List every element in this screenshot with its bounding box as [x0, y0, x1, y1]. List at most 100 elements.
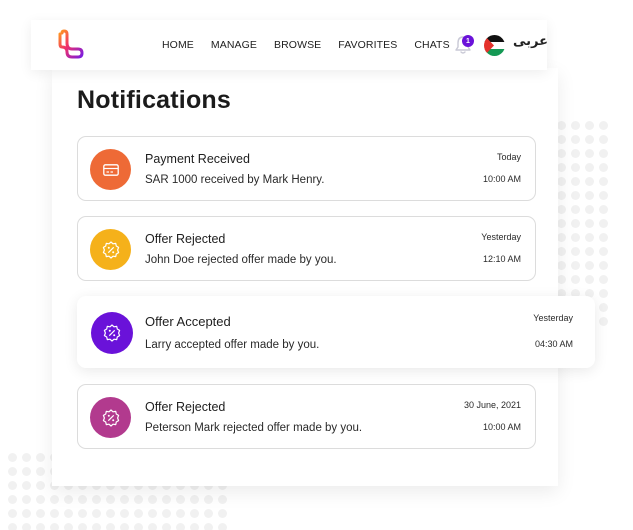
decorative-dot [78, 523, 87, 530]
decorative-dot [92, 509, 101, 518]
decorative-dot [599, 219, 608, 228]
decorative-dot [599, 205, 608, 214]
decorative-dot [557, 247, 566, 256]
decorative-dot [36, 495, 45, 504]
notification-title: Offer Accepted [145, 314, 231, 329]
decorative-dot [8, 453, 17, 462]
decorative-dot [585, 149, 594, 158]
notification-description: Peterson Mark rejected offer made by you… [145, 422, 363, 434]
decorative-dot [599, 247, 608, 256]
decorative-dot [571, 135, 580, 144]
palestine-flag-icon[interactable] [484, 35, 505, 56]
decorative-dot [585, 135, 594, 144]
decorative-dot [585, 275, 594, 284]
decorative-dot [571, 219, 580, 228]
notification-date: Today [496, 152, 521, 162]
decorative-dot [190, 509, 199, 518]
decorative-dot [134, 509, 143, 518]
top-navbar: HOME MANAGE BROWSE FAVORITES CHATS 1 عرب… [31, 20, 548, 70]
decorative-dot [571, 275, 580, 284]
decorative-dot [599, 121, 608, 130]
decorative-dot [134, 523, 143, 530]
decorative-dot [585, 247, 594, 256]
decorative-dot [557, 191, 566, 200]
notification-title: Offer Rejected [145, 232, 226, 246]
notification-time: 04:30 AM [534, 339, 573, 349]
notification-icon-circle [91, 312, 133, 354]
decorative-dot [585, 121, 594, 130]
decorative-dot [22, 453, 31, 462]
decorative-dot [204, 523, 213, 530]
decorative-dot [162, 495, 171, 504]
decorative-dot [557, 219, 566, 228]
decorative-dot [78, 509, 87, 518]
notification-title: Offer Rejected [145, 400, 226, 414]
notification-icon-circle [90, 149, 131, 190]
decorative-dot [22, 509, 31, 518]
decorative-dot [64, 509, 73, 518]
discount-badge-icon [102, 240, 119, 259]
nav-manage[interactable]: MANAGE [211, 39, 257, 51]
decorative-dot [64, 495, 73, 504]
decorative-dot [50, 523, 59, 530]
nav-home[interactable]: HOME [162, 39, 194, 51]
notification-item[interactable]: Offer Accepted Larry accepted offer made… [77, 296, 595, 368]
decorative-dot [8, 509, 17, 518]
discount-badge-icon [102, 408, 119, 427]
decorative-dot [557, 149, 566, 158]
language-switch[interactable]: عربى [513, 34, 548, 49]
decorative-dot [557, 261, 566, 270]
decorative-dot [36, 481, 45, 490]
page-title: Notifications [77, 86, 231, 114]
decorative-dot [176, 523, 185, 530]
decorative-dot [162, 523, 171, 530]
decorative-dot [218, 523, 227, 530]
decorative-dot [218, 495, 227, 504]
decorative-dot [599, 163, 608, 172]
notification-item[interactable]: Offer Rejected John Doe rejected offer m… [77, 216, 536, 281]
decorative-dot [162, 509, 171, 518]
decorative-dot [571, 177, 580, 186]
decorative-dot [599, 261, 608, 270]
decorative-dot [557, 135, 566, 144]
app-logo-icon[interactable] [55, 29, 85, 59]
decorative-dot [190, 495, 199, 504]
decorative-dot [557, 121, 566, 130]
notification-time: 12:10 AM [482, 254, 521, 264]
notification-item[interactable]: Offer Rejected Peterson Mark rejected of… [77, 384, 536, 449]
decorative-dot [204, 495, 213, 504]
notification-icon-circle [90, 229, 131, 270]
decorative-dot [599, 135, 608, 144]
discount-badge-icon [103, 324, 121, 342]
decorative-dot [204, 509, 213, 518]
decorative-dot [599, 275, 608, 284]
decorative-dot [8, 495, 17, 504]
decorative-dot [148, 495, 157, 504]
decorative-dot [176, 495, 185, 504]
decorative-dot [599, 303, 608, 312]
notification-item[interactable]: Payment Received SAR 1000 received by Ma… [77, 136, 536, 201]
decorative-dot [36, 523, 45, 530]
decorative-dot [585, 261, 594, 270]
decorative-dot [571, 191, 580, 200]
decorative-dot [585, 191, 594, 200]
credit-card-icon [102, 163, 119, 176]
decorative-dot [176, 509, 185, 518]
decorative-dot [571, 149, 580, 158]
decorative-dot [571, 205, 580, 214]
decorative-dot [22, 523, 31, 530]
nav-favorites[interactable]: FAVORITES [338, 39, 397, 51]
nav-links: HOME MANAGE BROWSE FAVORITES CHATS [162, 20, 467, 70]
decorative-dot [92, 523, 101, 530]
decorative-dot [36, 453, 45, 462]
decorative-dot [557, 177, 566, 186]
nav-chats[interactable]: CHATS [414, 39, 449, 51]
decorative-dot [50, 495, 59, 504]
decorative-dot [571, 233, 580, 242]
decorative-dot [120, 509, 129, 518]
decorative-dot [36, 509, 45, 518]
nav-browse[interactable]: BROWSE [274, 39, 321, 51]
decorative-dot [571, 247, 580, 256]
decorative-dot [8, 523, 17, 530]
notification-description: Larry accepted offer made by you. [145, 339, 320, 351]
